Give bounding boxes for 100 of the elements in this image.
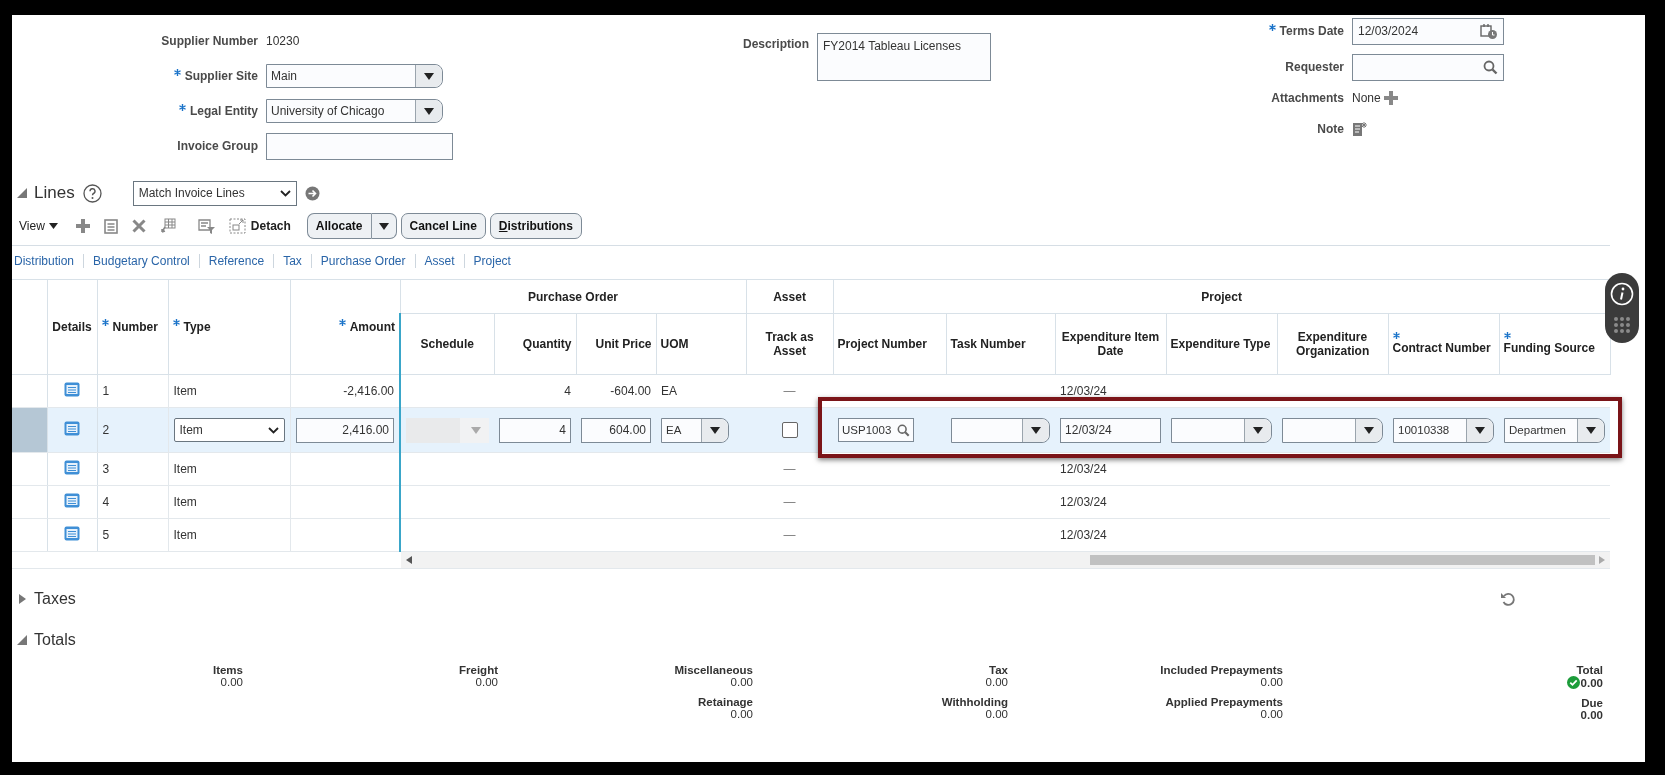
table-cell: — xyxy=(783,528,796,542)
detach-button[interactable]: Detach xyxy=(228,218,291,234)
allocate-button[interactable]: Allocate xyxy=(306,213,371,239)
details-icon[interactable] xyxy=(64,526,80,541)
caret-icon xyxy=(471,426,481,434)
search-field[interactable]: USP1003 xyxy=(838,418,915,442)
select-field[interactable] xyxy=(951,417,1051,443)
table-cell: 5 xyxy=(102,528,110,542)
table-cell: 2 xyxy=(102,423,110,437)
column-header: Expenditure Item Date xyxy=(1060,330,1161,358)
expand-icon[interactable] xyxy=(16,593,28,605)
search-field[interactable] xyxy=(1352,53,1504,81)
field-label: Supplier Number xyxy=(161,34,258,48)
info-widget[interactable] xyxy=(1605,273,1639,343)
note-icon[interactable] xyxy=(1352,121,1368,137)
column-header: Funding Source xyxy=(1503,341,1595,355)
input-field[interactable] xyxy=(266,132,453,160)
details-icon[interactable] xyxy=(64,460,80,475)
horizontal-scrollbar[interactable] xyxy=(401,552,1610,568)
details-icon[interactable] xyxy=(64,382,80,397)
section-link[interactable]: Asset xyxy=(415,254,465,268)
column-header: Quantity xyxy=(522,337,572,351)
section-link[interactable]: Distribution xyxy=(12,254,85,268)
input-field[interactable]: 12/03/24 xyxy=(1060,417,1162,443)
scroll-left-icon[interactable] xyxy=(406,556,412,564)
total-value: 0.00 xyxy=(1260,708,1283,720)
caret-icon xyxy=(1364,426,1375,434)
table-cell: EA xyxy=(661,384,677,398)
chevron-icon xyxy=(267,426,279,434)
calendar-icon xyxy=(1480,22,1498,40)
add-icon[interactable] xyxy=(75,219,90,233)
input-field[interactable]: 604.00 xyxy=(581,417,651,443)
column-header: Task Number xyxy=(950,337,1026,351)
total-value: 0.00 xyxy=(730,708,753,720)
info-icon xyxy=(1610,281,1634,306)
table-cell: 4 xyxy=(564,384,571,398)
chevron-icon xyxy=(279,189,291,197)
checkbox[interactable] xyxy=(781,422,798,438)
grid-dots-icon xyxy=(1612,314,1632,335)
section-title: Lines xyxy=(34,183,75,203)
column-group-header: Purchase Order xyxy=(528,289,619,304)
total-value: 0.00 xyxy=(985,676,1008,688)
caret-icon xyxy=(1586,426,1597,434)
table-cell: Item xyxy=(173,495,197,509)
caret-icon xyxy=(1031,426,1042,434)
table-cell: -604.00 xyxy=(610,384,651,398)
select-field[interactable]: Item xyxy=(173,418,285,442)
column-header: Schedule xyxy=(420,337,474,351)
collapse-icon[interactable] xyxy=(16,187,28,199)
text-area[interactable]: FY2014 Tableau Licenses xyxy=(817,33,991,81)
detach-icon xyxy=(228,218,246,234)
table-cell: — xyxy=(783,462,796,476)
table-cell: 12/03/24 xyxy=(1060,495,1107,509)
filter-list-icon[interactable] xyxy=(197,218,215,234)
toolbar-button[interactable]: Cancel Line xyxy=(400,213,486,239)
section-link[interactable]: Tax xyxy=(274,254,312,268)
add-icon[interactable] xyxy=(1383,91,1398,105)
select-field[interactable]: Departmen xyxy=(1504,417,1606,443)
refresh-icon[interactable] xyxy=(1500,591,1516,607)
table-cell: 12/03/24 xyxy=(1060,384,1107,398)
action-select[interactable]: Match Invoice Lines xyxy=(132,180,297,206)
select-field[interactable] xyxy=(1171,417,1273,443)
total-value: 0.00 xyxy=(475,676,498,688)
column-header: Expenditure Organization xyxy=(1294,330,1371,358)
total-value: 0.00 xyxy=(1580,676,1603,689)
section-link[interactable]: Budgetary Control xyxy=(84,254,200,268)
section-title: Totals xyxy=(34,631,76,649)
section-link[interactable]: Purchase Order xyxy=(311,254,416,268)
column-header: Type xyxy=(183,320,211,334)
collapse-icon[interactable] xyxy=(16,634,28,646)
toolbar-button[interactable]: Distributions xyxy=(489,213,582,239)
go-icon[interactable] xyxy=(304,185,320,201)
input-field[interactable]: 4 xyxy=(499,417,571,443)
search-icon xyxy=(1483,59,1498,75)
help-icon[interactable] xyxy=(82,183,102,203)
select-field[interactable]: EA xyxy=(661,417,729,443)
field-label: Terms Date xyxy=(1279,24,1344,38)
document-icon[interactable] xyxy=(103,218,118,234)
select-field[interactable]: 10010338 xyxy=(1393,417,1495,443)
table-export-icon[interactable] xyxy=(159,218,176,234)
details-icon[interactable] xyxy=(64,493,80,508)
view-menu[interactable]: View xyxy=(19,219,58,233)
total-label: Freight xyxy=(459,664,498,676)
total-value: 0.00 xyxy=(1260,676,1283,688)
delete-icon[interactable] xyxy=(131,219,146,233)
select-field[interactable]: University of Chicago xyxy=(266,99,443,123)
total-label: Tax xyxy=(989,664,1008,676)
dropdown-button[interactable] xyxy=(370,213,397,239)
field-label: Legal Entity xyxy=(190,104,258,118)
column-header: Details xyxy=(52,320,92,334)
section-link[interactable]: Reference xyxy=(199,254,275,268)
scroll-right-icon[interactable] xyxy=(1599,556,1605,564)
date-field[interactable]: 12/03/2024 xyxy=(1352,17,1504,45)
input-field[interactable]: 2,416.00 xyxy=(295,417,394,443)
total-value: 0.00 xyxy=(985,708,1008,720)
section-link[interactable]: Project xyxy=(464,254,520,268)
table-cell: Item xyxy=(173,528,197,542)
details-icon[interactable] xyxy=(64,421,80,436)
select-field[interactable]: Main xyxy=(266,64,443,88)
select-field[interactable] xyxy=(1282,417,1384,443)
